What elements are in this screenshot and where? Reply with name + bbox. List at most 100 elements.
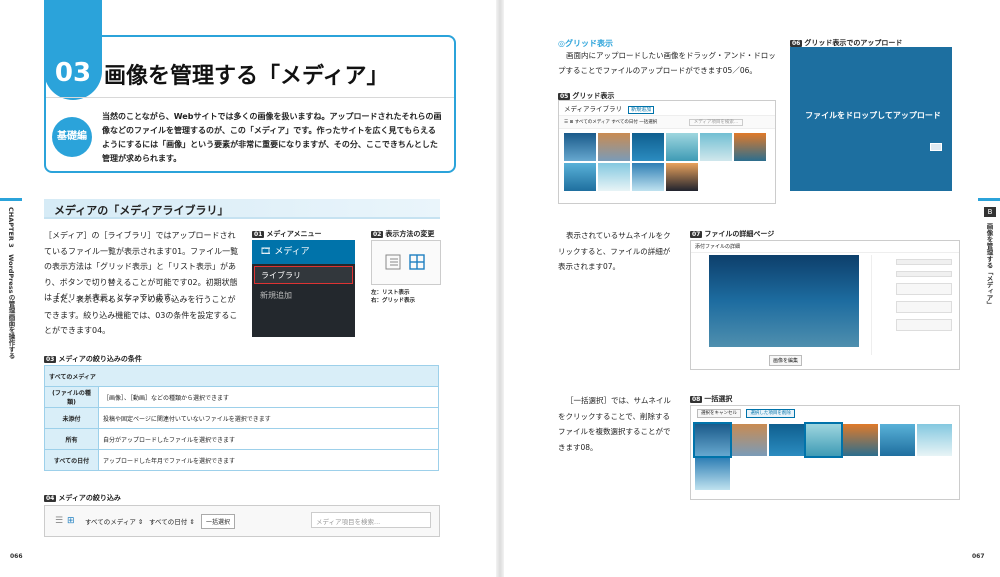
fig01-number: 01 xyxy=(252,231,265,238)
table-cell-desc: ［画像］、［動画］などの種類から選択できます xyxy=(98,386,439,408)
thumbnail[interactable] xyxy=(695,458,730,490)
fig02-caption-list: 左：リスト表示 xyxy=(371,290,410,296)
body-paragraph-2: また、表示されるメディアの絞り込みを行うことができます。絞り込み機能では、03の… xyxy=(44,295,238,335)
grid-view-icon[interactable] xyxy=(409,254,425,270)
meta-field[interactable] xyxy=(896,283,952,295)
delete-selected-button[interactable]: 選択した項目を削除 xyxy=(746,409,795,418)
page-number-left: 066 xyxy=(10,553,23,560)
thumbnail[interactable] xyxy=(666,133,698,161)
thumbnail-selected[interactable] xyxy=(693,422,732,458)
chapter-title: 画像を管理する「メディア」 xyxy=(104,64,389,89)
sidebar-section-number: B xyxy=(984,207,996,217)
table-row: すべての日付 アップロードした年月でファイルを選択できます xyxy=(44,449,439,471)
filter-date-select[interactable]: すべての日付 ⇕ xyxy=(149,516,195,526)
fig02-number: 02 xyxy=(371,231,384,238)
meta-field[interactable] xyxy=(896,319,952,331)
sidebar-accent xyxy=(978,198,1000,201)
list-view-icon[interactable]: ☰ xyxy=(55,516,63,526)
fig06-title: グリッド表示でのアップロード xyxy=(804,39,903,47)
list-view-icon[interactable] xyxy=(385,254,401,270)
bulk-toolbar: 選択をキャンセル 選択した項目を削除 xyxy=(691,406,959,420)
bulk-select-button[interactable]: 一括選択 xyxy=(639,120,657,125)
media-icon: 🎞 xyxy=(260,247,272,257)
table-cell-desc: 投稿や固定ページに関連付いていないファイルを選択できます xyxy=(98,407,439,429)
fig03-label: 03 メディアの絞り込みの条件 xyxy=(44,354,142,364)
menu-item-add-new[interactable]: 新規追加 xyxy=(252,290,355,301)
right-sidebar: B 画像を管理する「メディア」 xyxy=(978,198,1000,308)
thumbnail[interactable] xyxy=(769,424,804,456)
upload-dropzone-screenshot: ファイルをドロップしてアップロード xyxy=(790,47,952,191)
dragged-file-icon xyxy=(930,143,942,151)
header-divider xyxy=(46,97,454,98)
filter-conditions-table: すべてのメディア (ファイルの種類) ［画像］、［動画］などの種類から選択できます… xyxy=(44,365,439,471)
sidebar-chapter-label: CHAPTER 3 WordPressの管理画面を操作する xyxy=(7,207,15,359)
fig03-title: メディアの絞り込みの条件 xyxy=(58,355,142,363)
media-filter-bar: ☰ ⊞ すべてのメディア ⇕ すべての日付 ⇕ 一括選択 メディア項目を検索..… xyxy=(44,505,440,537)
filter-media-type-select[interactable]: すべてのメディア xyxy=(575,120,610,125)
bulk-thumbnails xyxy=(691,420,959,492)
fig05-title: グリッド表示 xyxy=(572,92,615,100)
table-row: (ファイルの種類) ［画像］、［動画］などの種類から選択できます xyxy=(44,386,439,408)
attachment-meta-panel xyxy=(871,255,955,355)
thumbnail[interactable] xyxy=(564,133,596,161)
chapter-intro: 当然のことながら、Webサイトでは多くの画像を扱いますね。アップロードされたそれ… xyxy=(102,112,442,163)
meta-field[interactable] xyxy=(896,271,952,277)
thumbnail[interactable] xyxy=(632,163,664,191)
table-cell-head: (ファイルの種類) xyxy=(44,386,99,408)
fig07-title: ファイルの詳細ページ xyxy=(704,230,775,238)
fig02-title: 表示方法の変更 xyxy=(385,230,435,238)
table-row: すべてのメディア xyxy=(44,365,439,387)
thumbnail[interactable] xyxy=(632,133,664,161)
book-spine xyxy=(496,0,504,577)
table-cell-head: すべての日付 xyxy=(44,449,99,471)
filter-media-type-select[interactable]: すべてのメディア ⇕ xyxy=(85,516,143,526)
fig07-number: 07 xyxy=(690,231,703,238)
section-title: メディアの「メディアライブラリ」 xyxy=(54,204,229,217)
media-menu-header[interactable]: 🎞 メディア xyxy=(252,240,355,264)
thumbnail[interactable] xyxy=(700,133,732,161)
table-cell-head: 未添付 xyxy=(44,407,99,429)
cancel-selection-button[interactable]: 選択をキャンセル xyxy=(697,409,741,418)
bulk-text: ［一括選択］では、サムネイルをクリックすることで、削除するファイルを複数選択する… xyxy=(558,396,671,452)
media-search-input[interactable]: メディア項目を検索... xyxy=(688,119,744,126)
thumbnail[interactable] xyxy=(598,163,630,191)
meta-field[interactable] xyxy=(896,301,952,313)
view-toggle-icons xyxy=(385,254,425,270)
table-row: 所有 自分がアップロードしたファイルを選択できます xyxy=(44,428,439,450)
media-search-input[interactable]: メディア項目を検索... xyxy=(311,512,431,528)
meta-field[interactable] xyxy=(896,259,952,265)
media-library-title: メディアライブラリ xyxy=(564,105,623,113)
thumbnail[interactable] xyxy=(734,133,766,161)
attachment-details-screenshot: 添付ファイルの詳細 画像を編集 xyxy=(690,240,960,370)
attachment-preview-image xyxy=(709,255,859,347)
add-new-button[interactable]: 新規追加 xyxy=(628,106,655,114)
grid-thumbnails xyxy=(559,129,775,193)
thumbnail[interactable] xyxy=(564,163,596,191)
menu-item-library[interactable]: ライブラリ xyxy=(254,266,353,284)
attachment-details-title: 添付ファイルの詳細 xyxy=(691,241,959,253)
media-menu-screenshot: 🎞 メディア ライブラリ 新規追加 xyxy=(252,240,355,337)
thumbnail-selected[interactable] xyxy=(804,422,843,458)
grid-view-icon[interactable]: ⊞ xyxy=(67,516,75,526)
thumbnail[interactable] xyxy=(732,424,767,456)
edit-image-button[interactable]: 画像を編集 xyxy=(769,355,803,366)
table-cell-desc: 自分がアップロードしたファイルを選択できます xyxy=(98,428,439,450)
bulk-select-button[interactable]: 一括選択 xyxy=(201,514,236,529)
grid-view-screenshot: メディアライブラリ 新規追加 ☰ ⊞ すべてのメディア すべての日付 一括選択 … xyxy=(558,100,776,204)
thumbnail[interactable] xyxy=(843,424,878,456)
thumbnail[interactable] xyxy=(598,133,630,161)
sidebar-accent xyxy=(0,198,22,201)
fig08-title: 一括選択 xyxy=(704,395,733,403)
grid-filter-bar: ☰ ⊞ すべてのメディア すべての日付 一括選択 メディア項目を検索... xyxy=(559,115,775,129)
thumbnail[interactable] xyxy=(880,424,915,456)
thumbnail[interactable] xyxy=(917,424,952,456)
media-library-title-row: メディアライブラリ 新規追加 xyxy=(559,101,775,115)
grid-view-icon[interactable]: ☰ ⊞ xyxy=(564,120,573,125)
grid-view-text: 画面内にアップロードしたい画像をドラッグ・アンド・ドロップすることでファイルのア… xyxy=(558,51,776,75)
bulk-select-screenshot: 選択をキャンセル 選択した項目を削除 xyxy=(690,405,960,500)
fig02-label: 02 表示方法の変更 xyxy=(371,229,434,239)
filter-date-select[interactable]: すべての日付 xyxy=(611,120,638,125)
left-sidebar: CHAPTER 3 WordPressの管理画面を操作する xyxy=(0,198,22,359)
thumbnail[interactable] xyxy=(666,163,698,191)
fig08-label: 08 一括選択 xyxy=(690,394,732,404)
